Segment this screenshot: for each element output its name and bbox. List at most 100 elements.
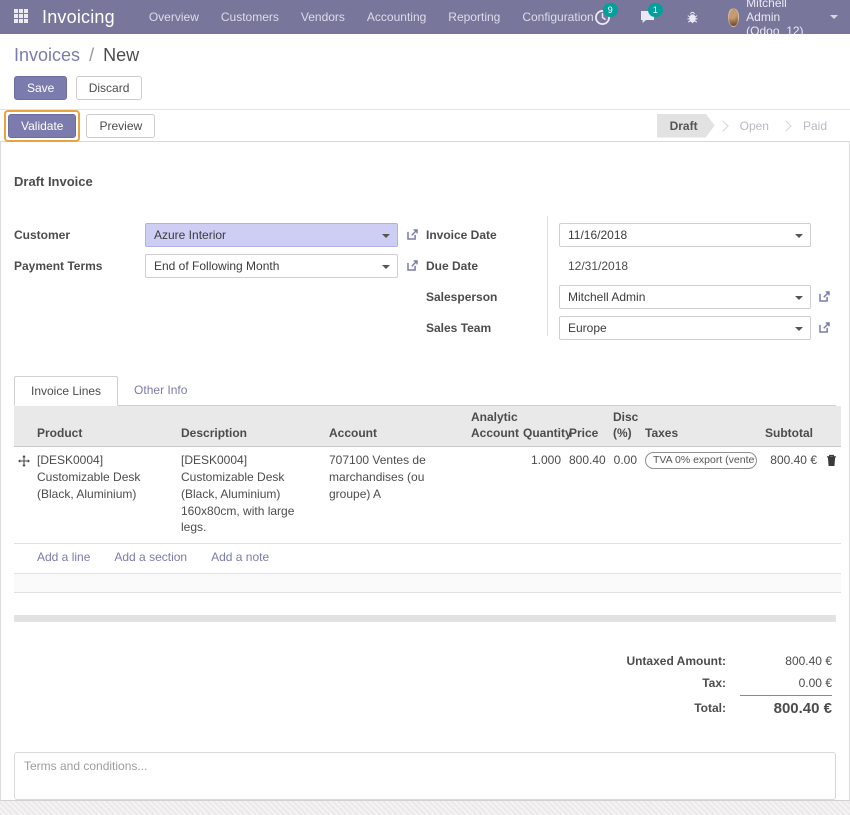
horizontal-scrollbar[interactable] [14, 615, 836, 622]
trash-column-header [821, 406, 841, 447]
product-column-header[interactable]: Product [33, 406, 177, 447]
cell-account[interactable]: 707100 Ventes de marchandises (ou groupe… [325, 447, 467, 544]
salesperson-label: Salesperson [426, 290, 559, 304]
field-group: Customer Azure Interior Invoice Date 11/… [14, 219, 836, 343]
quantity-column-header[interactable]: Quantity [519, 406, 565, 447]
invoice-lines-table: Product Description Account Analytic Acc… [14, 406, 841, 593]
salesperson-select[interactable]: Mitchell Admin [559, 285, 811, 309]
untaxed-amount-value: 800.40 € [740, 651, 832, 671]
empty-stripe-row [14, 573, 841, 592]
due-date-value: 12/31/2018 [559, 259, 811, 273]
table-header-row: Product Description Account Analytic Acc… [14, 406, 841, 447]
customer-external-link-icon[interactable] [398, 227, 426, 242]
disc-column-header[interactable]: Disc (%) [609, 406, 641, 447]
preview-button[interactable]: Preview [86, 114, 155, 138]
user-name: Mitchell Admin (Odoo_12) [746, 0, 823, 38]
tax-label: Tax: [626, 673, 738, 693]
add-a-line-link[interactable]: Add a line [37, 550, 90, 564]
untaxed-amount-row: Untaxed Amount: 800.40 € [626, 651, 832, 671]
subtotal-column-header[interactable]: Subtotal [761, 406, 821, 447]
chevron-down-icon [795, 296, 803, 300]
handle-column-header [14, 406, 33, 447]
user-menu[interactable]: Mitchell Admin (Odoo_12) [728, 0, 838, 38]
menu-vendors[interactable]: Vendors [301, 10, 345, 24]
form-toolbar: Validate Preview Draft Open Paid [0, 109, 850, 142]
activities-clock-icon[interactable]: 9 [594, 9, 611, 26]
description-column-header[interactable]: Description [177, 406, 325, 447]
account-column-header[interactable]: Account [325, 406, 467, 447]
tax-badge[interactable]: TVA 0% export (vente) [645, 452, 757, 469]
customer-select[interactable]: Azure Interior [145, 223, 398, 247]
apps-menu-icon[interactable] [14, 9, 28, 25]
tab-other-info[interactable]: Other Info [118, 376, 203, 406]
validate-button[interactable]: Validate [8, 114, 76, 138]
stage-paid[interactable]: Paid [794, 114, 836, 138]
invoice-date-input[interactable]: 11/16/2018 [559, 223, 811, 247]
tab-invoice-lines[interactable]: Invoice Lines [14, 376, 118, 406]
main-menu: Overview Customers Vendors Accounting Re… [149, 10, 594, 24]
control-panel-buttons: Save Discard [14, 76, 836, 100]
payment-terms-value: End of Following Month [154, 259, 279, 273]
add-a-section-link[interactable]: Add a section [114, 550, 187, 564]
totals-block: Untaxed Amount: 800.40 € Tax: 0.00 € Tot… [14, 649, 836, 722]
table-row[interactable]: [DESK0004] Customizable Desk (Black, Alu… [14, 447, 841, 544]
salesperson-value: Mitchell Admin [568, 290, 645, 304]
sheet-title: Draft Invoice [14, 174, 836, 189]
add-a-note-link[interactable]: Add a note [211, 550, 269, 564]
menu-accounting[interactable]: Accounting [367, 10, 426, 24]
stage-chevron-icon [780, 120, 791, 131]
cell-description[interactable]: [DESK0004] Customizable Desk (Black, Alu… [177, 447, 325, 544]
debug-bug-icon[interactable] [685, 10, 700, 25]
chevron-down-icon [382, 265, 390, 269]
discard-button[interactable]: Discard [76, 76, 143, 100]
chevron-down-icon [795, 234, 803, 238]
price-column-header[interactable]: Price [565, 406, 609, 447]
top-navbar: Invoicing Overview Customers Vendors Acc… [0, 0, 850, 34]
app-title[interactable]: Invoicing [42, 7, 115, 28]
menu-configuration[interactable]: Configuration [522, 10, 593, 24]
cell-disc[interactable]: 0.00 [609, 447, 641, 544]
stage-draft[interactable]: Draft [657, 114, 715, 138]
breadcrumb-current: New [103, 45, 139, 65]
cell-quantity[interactable]: 1.000 [519, 447, 565, 544]
invoice-date-label: Invoice Date [426, 228, 559, 242]
cell-product[interactable]: [DESK0004] Customizable Desk (Black, Alu… [33, 447, 177, 544]
tax-row: Tax: 0.00 € [626, 673, 832, 693]
save-button[interactable]: Save [14, 76, 67, 100]
breadcrumb: Invoices / New [14, 45, 836, 66]
menu-overview[interactable]: Overview [149, 10, 199, 24]
menu-customers[interactable]: Customers [221, 10, 279, 24]
activities-badge: 9 [603, 3, 618, 17]
notebook-tabs: Invoice Lines Other Info [14, 375, 836, 406]
payment-terms-external-link-icon[interactable] [398, 258, 426, 273]
sales-team-select[interactable]: Europe [559, 316, 811, 340]
analytic-account-column-header[interactable]: Analytic Account [467, 406, 519, 447]
due-date-label: Due Date [426, 259, 559, 273]
cell-price[interactable]: 800.40 [565, 447, 609, 544]
group-divider [547, 216, 548, 336]
payment-terms-label: Payment Terms [14, 259, 145, 273]
form-sheet: Draft Invoice Customer Azure Interior In… [0, 142, 850, 801]
terms-and-conditions-input[interactable] [14, 752, 836, 800]
stage-chevron-icon [717, 120, 728, 131]
sales-team-value: Europe [568, 321, 607, 335]
messages-chat-icon[interactable]: 1 [639, 9, 657, 25]
add-row: Add a line Add a section Add a note [14, 544, 841, 574]
breadcrumb-invoices-link[interactable]: Invoices [14, 45, 80, 65]
payment-terms-select[interactable]: End of Following Month [145, 254, 398, 278]
sales-team-external-link-icon[interactable] [811, 320, 838, 335]
page-background-footer [0, 801, 850, 815]
drag-handle-icon[interactable] [14, 447, 33, 544]
untaxed-amount-label: Untaxed Amount: [626, 651, 738, 671]
stage-open[interactable]: Open [731, 114, 778, 138]
breadcrumb-separator: / [89, 45, 94, 65]
cell-subtotal: 800.40 € [761, 447, 821, 544]
cell-analytic-account[interactable] [467, 447, 519, 544]
sales-team-label: Sales Team [426, 321, 559, 335]
cell-taxes[interactable]: TVA 0% export (vente) [641, 447, 761, 544]
salesperson-external-link-icon[interactable] [811, 289, 838, 304]
statusbar: Draft Open Paid [657, 114, 836, 138]
taxes-column-header[interactable]: Taxes [641, 406, 761, 447]
delete-line-trash-icon[interactable] [821, 447, 841, 544]
menu-reporting[interactable]: Reporting [448, 10, 500, 24]
